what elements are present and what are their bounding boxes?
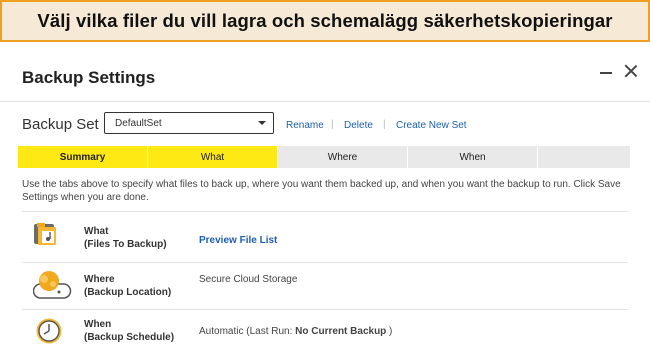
preview-file-list-link[interactable]: Preview File List bbox=[199, 235, 277, 246]
settings-tabs: Summary What Where When bbox=[18, 146, 630, 168]
what-subtitle: (Files To Backup) bbox=[84, 239, 167, 250]
when-title: When bbox=[84, 319, 112, 330]
cloud-storage-icon bbox=[32, 270, 73, 305]
create-new-set-link[interactable]: Create New Set bbox=[396, 120, 467, 131]
clock-icon bbox=[35, 317, 63, 350]
backup-set-label: Backup Set bbox=[22, 116, 99, 133]
close-icon[interactable] bbox=[624, 64, 638, 78]
where-subtitle: (Backup Location) bbox=[84, 287, 172, 298]
tab-summary[interactable]: Summary bbox=[18, 146, 148, 168]
what-title: What bbox=[84, 226, 109, 237]
tab-filler bbox=[538, 146, 630, 168]
instruction-banner: Välj vilka filer du vill lagra och schem… bbox=[0, 0, 650, 42]
when-subtitle: (Backup Schedule) bbox=[84, 332, 175, 343]
chevron-down-icon bbox=[258, 121, 266, 125]
tab-when[interactable]: When bbox=[408, 146, 538, 168]
divider bbox=[22, 211, 628, 212]
divider bbox=[0, 101, 650, 102]
tab-what[interactable]: What bbox=[148, 146, 278, 168]
divider bbox=[22, 262, 628, 263]
tab-where[interactable]: Where bbox=[278, 146, 408, 168]
files-folder-icon bbox=[33, 221, 59, 252]
separator: | bbox=[331, 119, 334, 130]
minimize-icon[interactable] bbox=[600, 72, 612, 74]
last-run-status: No Current Backup bbox=[295, 326, 387, 337]
delete-link[interactable]: Delete bbox=[344, 120, 373, 131]
rename-link[interactable]: Rename bbox=[286, 120, 324, 131]
divider bbox=[22, 309, 628, 310]
backup-set-dropdown[interactable]: DefaultSet bbox=[104, 112, 274, 134]
window-title: Backup Settings bbox=[22, 68, 156, 87]
banner-text: Välj vilka filer du vill lagra och schem… bbox=[37, 10, 613, 31]
when-value-prefix: Automatic (Last Run: bbox=[199, 326, 296, 337]
window-titlebar: Backup Settings bbox=[0, 42, 650, 102]
when-value: Automatic (Last Run: No Current Backup ) bbox=[199, 326, 392, 337]
instructions-text: Use the tabs above to specify what files… bbox=[22, 179, 621, 203]
where-title: Where bbox=[84, 274, 115, 285]
separator: | bbox=[383, 119, 386, 130]
when-value-suffix: ) bbox=[386, 326, 393, 337]
backup-set-value: DefaultSet bbox=[115, 118, 162, 129]
where-value: Secure Cloud Storage bbox=[199, 274, 298, 285]
